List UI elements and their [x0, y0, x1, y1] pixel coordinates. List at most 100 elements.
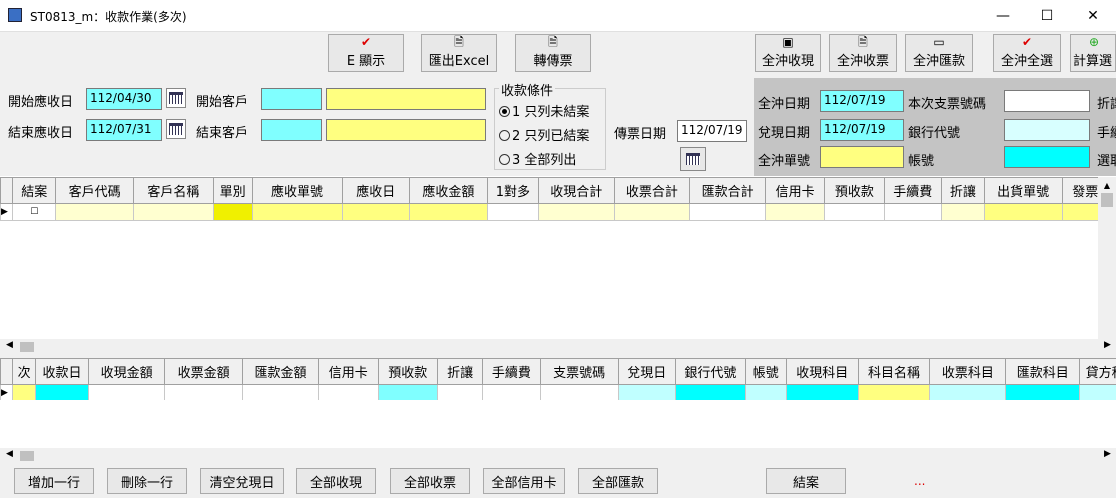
all-remit-button[interactable]: 全部匯款: [578, 468, 658, 494]
scroll-up-icon[interactable]: ▲: [1098, 181, 1116, 190]
col-header[interactable]: 客戶代碼: [55, 177, 134, 204]
cell[interactable]: [409, 203, 488, 221]
start-customer-code-field[interactable]: [261, 88, 322, 110]
scroll-thumb[interactable]: [1101, 193, 1113, 207]
start-customer-name-field[interactable]: [326, 88, 486, 110]
scroll-right-icon[interactable]: ▶: [1104, 340, 1111, 350]
grid2-horizontal-scrollbar[interactable]: ◀ ▶: [0, 448, 1116, 464]
display-button[interactable]: ✔ E 顯示: [328, 34, 404, 72]
col-header[interactable]: 匯款科目: [1005, 358, 1081, 385]
col-header[interactable]: 銀行代號: [675, 358, 746, 385]
scroll-right-icon[interactable]: ▶: [1104, 449, 1111, 459]
select-all-button[interactable]: ✔ 全沖全選: [993, 34, 1061, 72]
col-header[interactable]: 支票號碼: [539, 358, 619, 385]
col-header[interactable]: 預收款: [377, 358, 439, 385]
cell[interactable]: [88, 384, 166, 400]
export-excel-button[interactable]: 🗎 匯出Excel: [421, 34, 497, 72]
cell[interactable]: [132, 203, 214, 221]
cell[interactable]: [940, 203, 985, 221]
col-header[interactable]: 收票合計: [613, 177, 691, 204]
start-recv-date-field[interactable]: 112/04/30: [86, 88, 162, 110]
cell[interactable]: [929, 384, 1007, 400]
col-header[interactable]: 折讓: [940, 177, 985, 204]
cell[interactable]: [883, 203, 942, 221]
col-header[interactable]: 單別: [212, 177, 253, 204]
cell[interactable]: [486, 203, 539, 221]
cell[interactable]: [318, 384, 379, 400]
cell[interactable]: [764, 203, 826, 221]
scroll-thumb[interactable]: [20, 451, 34, 461]
voucher-date-field[interactable]: 112/07/19: [677, 120, 747, 142]
cell[interactable]: [537, 203, 615, 221]
cash-date-field[interactable]: 112/07/19: [820, 119, 904, 141]
radio-all[interactable]: 3 全部列出: [499, 149, 576, 168]
end-customer-code-field[interactable]: [261, 119, 322, 141]
cell[interactable]: [1079, 384, 1116, 400]
cell[interactable]: [689, 203, 766, 221]
delete-row-button[interactable]: 刪除一行: [107, 468, 187, 494]
col-header[interactable]: 信用卡: [318, 358, 379, 385]
col-header[interactable]: 客戶名稱: [132, 177, 214, 204]
all-card-button[interactable]: 全部信用卡: [483, 468, 565, 494]
close-button[interactable]: ✕: [1070, 0, 1116, 32]
add-row-button[interactable]: 增加一行: [14, 468, 94, 494]
cell[interactable]: [212, 203, 253, 221]
cell[interactable]: [164, 384, 244, 400]
offset-date-field[interactable]: 112/07/19: [820, 90, 904, 112]
cell[interactable]: [613, 203, 691, 221]
cell[interactable]: [675, 384, 746, 400]
all-cash-button[interactable]: 全部收現: [296, 468, 376, 494]
cell[interactable]: [617, 384, 677, 400]
cash-all-button[interactable]: ▣ 全沖收現: [755, 34, 821, 72]
cell[interactable]: [437, 384, 484, 400]
cell[interactable]: [1061, 203, 1098, 221]
col-header[interactable]: 收款日: [34, 358, 90, 385]
scroll-left-icon[interactable]: ◀: [6, 449, 13, 459]
cell[interactable]: [242, 384, 320, 400]
col-header[interactable]: 貸方科目: [1079, 358, 1116, 385]
offset-no-field[interactable]: [820, 146, 904, 168]
transfer-voucher-button[interactable]: 🗎 轉傳票: [515, 34, 591, 72]
remit-all-button[interactable]: ▭ 全沖匯款: [905, 34, 973, 72]
cell[interactable]: [983, 203, 1063, 221]
scroll-left-icon[interactable]: ◀: [6, 340, 13, 350]
cell[interactable]: [785, 384, 859, 400]
cell[interactable]: [341, 203, 411, 221]
calendar-icon[interactable]: [166, 119, 186, 139]
cell[interactable]: [12, 384, 36, 400]
col-header[interactable]: 手續費: [883, 177, 942, 204]
col-header[interactable]: 出貨單號: [983, 177, 1063, 204]
calendar-icon[interactable]: [680, 147, 706, 171]
col-header[interactable]: 1對多: [486, 177, 539, 204]
col-header[interactable]: 次: [12, 358, 36, 385]
account-field[interactable]: [1004, 146, 1090, 168]
close-case-button[interactable]: 結案: [766, 468, 846, 494]
cell[interactable]: [1005, 384, 1081, 400]
scroll-thumb[interactable]: [20, 342, 34, 352]
col-header[interactable]: 收票金額: [164, 358, 244, 385]
col-header[interactable]: 結案: [12, 177, 57, 204]
col-header[interactable]: 收現科目: [785, 358, 859, 385]
check-no-field[interactable]: [1004, 90, 1090, 112]
col-header[interactable]: 信用卡: [764, 177, 826, 204]
cell[interactable]: [377, 384, 439, 400]
col-header[interactable]: 應收日: [341, 177, 411, 204]
calendar-icon[interactable]: [166, 88, 186, 108]
radio-closed[interactable]: 2 只列已結案: [499, 125, 589, 144]
cell[interactable]: [824, 203, 885, 221]
end-recv-date-field[interactable]: 112/07/31: [86, 119, 162, 141]
grid1-horizontal-scrollbar[interactable]: ◀ ▶: [0, 339, 1116, 355]
col-header[interactable]: 匯款合計: [689, 177, 766, 204]
all-note-button[interactable]: 全部收票: [390, 468, 470, 494]
col-header[interactable]: 手續費: [482, 358, 541, 385]
col-header[interactable]: 應收單號: [251, 177, 343, 204]
col-header[interactable]: 匯款金額: [242, 358, 320, 385]
closed-checkbox[interactable]: ☐: [12, 203, 57, 221]
col-header[interactable]: 收現金額: [88, 358, 166, 385]
bank-code-field[interactable]: [1004, 119, 1090, 141]
col-header[interactable]: 收現合計: [537, 177, 615, 204]
cell[interactable]: [539, 384, 619, 400]
clear-cash-date-button[interactable]: 清空兌現日: [200, 468, 284, 494]
cell[interactable]: [744, 384, 787, 400]
col-header[interactable]: 應收金額: [409, 177, 488, 204]
